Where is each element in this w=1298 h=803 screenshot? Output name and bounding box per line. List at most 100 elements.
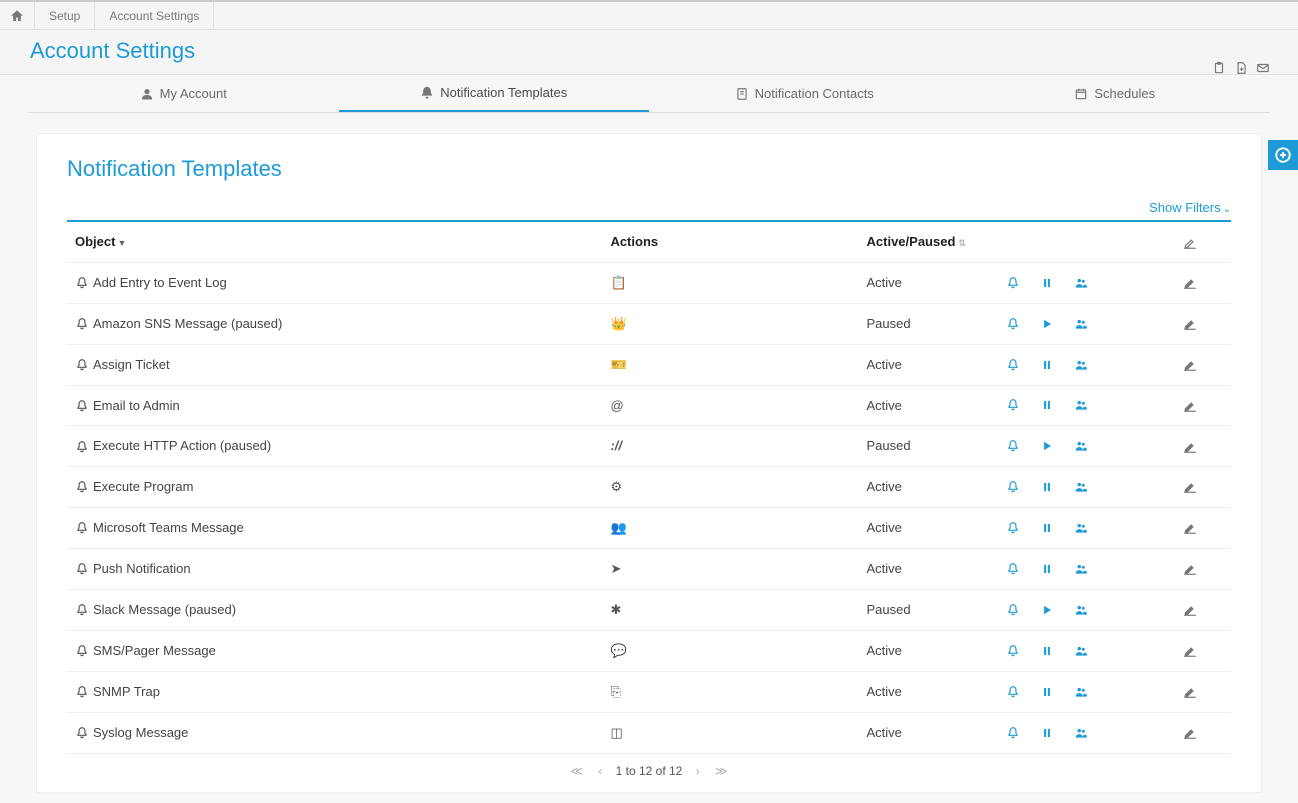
users-button[interactable] xyxy=(1074,685,1088,699)
cell-object[interactable]: Amazon SNS Message (paused) xyxy=(67,303,602,344)
cell-object[interactable]: Execute Program xyxy=(67,466,602,507)
contacts-icon xyxy=(735,86,749,101)
table-row: Email to Admin@Active xyxy=(67,385,1231,426)
cell-edit xyxy=(1150,385,1232,426)
cell-edit xyxy=(1150,466,1232,507)
cell-action-type: 💬 xyxy=(602,630,858,671)
cell-object[interactable]: SNMP Trap xyxy=(67,671,602,712)
breadcrumb-setup[interactable]: Setup xyxy=(35,2,95,29)
play-button[interactable] xyxy=(1040,317,1054,331)
users-button[interactable] xyxy=(1074,562,1088,576)
cell-status: Active xyxy=(859,344,999,385)
cell-object[interactable]: Execute HTTP Action (paused) xyxy=(67,426,602,467)
tab-notification-templates[interactable]: Notification Templates xyxy=(339,75,650,112)
cell-row-actions xyxy=(998,712,1149,753)
tab-notification-contacts[interactable]: Notification Contacts xyxy=(649,75,960,112)
tab-schedules[interactable]: Schedules xyxy=(960,75,1271,112)
page-first[interactable]: ≪ xyxy=(570,764,583,778)
syslog-icon: ◫ xyxy=(610,725,622,740)
bell-icon xyxy=(75,725,89,741)
edit-button[interactable] xyxy=(1183,561,1197,576)
page-prev[interactable]: ‹ xyxy=(598,764,602,778)
cell-object[interactable]: Microsoft Teams Message xyxy=(67,507,602,548)
template-name: Syslog Message xyxy=(93,725,188,740)
pause-button[interactable] xyxy=(1040,685,1054,699)
users-button[interactable] xyxy=(1074,398,1088,412)
users-button[interactable] xyxy=(1074,480,1088,494)
column-object[interactable]: Object▼ xyxy=(67,222,602,262)
edit-button[interactable] xyxy=(1183,316,1197,331)
template-name: SMS/Pager Message xyxy=(93,643,216,658)
pause-button[interactable] xyxy=(1040,726,1054,740)
pause-button[interactable] xyxy=(1040,358,1054,372)
pause-button[interactable] xyxy=(1040,644,1054,658)
pause-button[interactable] xyxy=(1040,480,1054,494)
show-filters-link[interactable]: Show Filters⌄ xyxy=(1149,200,1231,215)
cell-object[interactable]: SMS/Pager Message xyxy=(67,630,602,671)
column-status[interactable]: Active/Paused⇅ xyxy=(859,222,999,262)
notify-button[interactable] xyxy=(1006,521,1020,535)
notify-button[interactable] xyxy=(1006,644,1020,658)
notify-button[interactable] xyxy=(1006,480,1020,494)
notify-button[interactable] xyxy=(1006,317,1020,331)
template-name: Email to Admin xyxy=(93,398,180,413)
users-button[interactable] xyxy=(1074,603,1088,617)
users-button[interactable] xyxy=(1074,439,1088,453)
cell-status: Paused xyxy=(859,589,999,630)
notify-button[interactable] xyxy=(1006,276,1020,290)
cell-object[interactable]: Add Entry to Event Log xyxy=(67,262,602,303)
users-button[interactable] xyxy=(1074,726,1088,740)
users-button[interactable] xyxy=(1074,276,1088,290)
calendar-icon xyxy=(1074,86,1088,101)
template-name: Microsoft Teams Message xyxy=(93,520,244,535)
edit-button[interactable] xyxy=(1183,684,1197,699)
notify-button[interactable] xyxy=(1006,603,1020,617)
page-last[interactable]: ≫ xyxy=(715,764,728,778)
page-next[interactable]: › xyxy=(696,764,700,778)
column-edit[interactable] xyxy=(1150,222,1232,262)
play-button[interactable] xyxy=(1040,603,1054,617)
play-button[interactable] xyxy=(1040,439,1054,453)
cell-row-actions xyxy=(998,630,1149,671)
bell-icon xyxy=(75,643,89,659)
edit-button[interactable] xyxy=(1183,725,1197,740)
clipboard-icon[interactable] xyxy=(1212,59,1226,75)
users-button[interactable] xyxy=(1074,644,1088,658)
add-button[interactable] xyxy=(1268,140,1298,170)
edit-button[interactable] xyxy=(1183,602,1197,617)
edit-button[interactable] xyxy=(1183,438,1197,453)
users-button[interactable] xyxy=(1074,521,1088,535)
new-file-icon[interactable] xyxy=(1234,59,1248,75)
notify-button[interactable] xyxy=(1006,358,1020,372)
notify-button[interactable] xyxy=(1006,562,1020,576)
edit-button[interactable] xyxy=(1183,479,1197,494)
cell-object[interactable]: Syslog Message xyxy=(67,712,602,753)
notify-button[interactable] xyxy=(1006,685,1020,699)
edit-button[interactable] xyxy=(1183,520,1197,535)
home-icon[interactable] xyxy=(0,2,35,29)
edit-button[interactable] xyxy=(1183,275,1197,290)
users-button[interactable] xyxy=(1074,317,1088,331)
notify-button[interactable] xyxy=(1006,439,1020,453)
cell-object[interactable]: Assign Ticket xyxy=(67,344,602,385)
tab-my-account[interactable]: My Account xyxy=(28,75,339,112)
users-button[interactable] xyxy=(1074,358,1088,372)
notify-button[interactable] xyxy=(1006,398,1020,412)
cell-object[interactable]: Slack Message (paused) xyxy=(67,589,602,630)
breadcrumb-account-settings[interactable]: Account Settings xyxy=(95,2,214,29)
mail-icon[interactable] xyxy=(1256,59,1270,75)
tab-label: My Account xyxy=(160,86,227,101)
breadcrumb-bar: Setup Account Settings xyxy=(0,0,1298,30)
cell-object[interactable]: Push Notification xyxy=(67,548,602,589)
notify-button[interactable] xyxy=(1006,726,1020,740)
edit-button[interactable] xyxy=(1183,398,1197,413)
pause-button[interactable] xyxy=(1040,398,1054,412)
pause-button[interactable] xyxy=(1040,521,1054,535)
edit-button[interactable] xyxy=(1183,357,1197,372)
cell-object[interactable]: Email to Admin xyxy=(67,385,602,426)
cell-edit xyxy=(1150,303,1232,344)
bell-icon xyxy=(75,438,89,454)
pause-button[interactable] xyxy=(1040,276,1054,290)
edit-button[interactable] xyxy=(1183,643,1197,658)
pause-button[interactable] xyxy=(1040,562,1054,576)
